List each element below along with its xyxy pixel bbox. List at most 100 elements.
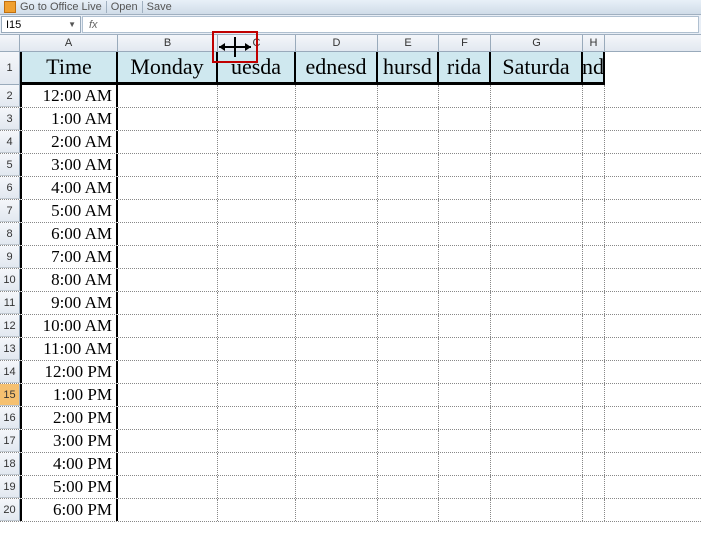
row-header[interactable]: 16 bbox=[0, 407, 20, 429]
row-header[interactable]: 6 bbox=[0, 177, 20, 199]
cell[interactable] bbox=[439, 407, 491, 429]
cell[interactable] bbox=[491, 476, 583, 498]
cell[interactable] bbox=[491, 108, 583, 130]
cell[interactable] bbox=[491, 223, 583, 245]
cell[interactable] bbox=[439, 177, 491, 199]
cell-time[interactable]: 11:00 AM bbox=[20, 338, 118, 360]
cell[interactable] bbox=[296, 269, 378, 291]
cell-time[interactable]: 9:00 AM bbox=[20, 292, 118, 314]
cell[interactable] bbox=[378, 223, 439, 245]
cell[interactable] bbox=[296, 246, 378, 268]
cell[interactable] bbox=[583, 453, 605, 475]
row-header[interactable]: 17 bbox=[0, 430, 20, 452]
cell-time[interactable]: 10:00 AM bbox=[20, 315, 118, 337]
name-box[interactable]: I15 ▼ bbox=[1, 16, 81, 33]
cell[interactable] bbox=[439, 223, 491, 245]
cell[interactable] bbox=[491, 154, 583, 176]
cell[interactable] bbox=[491, 315, 583, 337]
cell[interactable] bbox=[378, 131, 439, 153]
cell[interactable] bbox=[118, 108, 218, 130]
cell[interactable] bbox=[439, 154, 491, 176]
cell[interactable] bbox=[378, 499, 439, 521]
cell[interactable] bbox=[218, 131, 296, 153]
cell[interactable] bbox=[218, 384, 296, 406]
cell-time[interactable]: 5:00 PM bbox=[20, 476, 118, 498]
cell[interactable] bbox=[118, 384, 218, 406]
cell[interactable] bbox=[296, 453, 378, 475]
cell[interactable] bbox=[378, 292, 439, 314]
cell[interactable] bbox=[491, 453, 583, 475]
cell[interactable] bbox=[439, 453, 491, 475]
cell[interactable] bbox=[218, 338, 296, 360]
cell[interactable] bbox=[118, 269, 218, 291]
cell[interactable] bbox=[439, 269, 491, 291]
cell[interactable] bbox=[218, 453, 296, 475]
cell[interactable] bbox=[583, 177, 605, 199]
cell[interactable] bbox=[378, 246, 439, 268]
cell[interactable] bbox=[218, 292, 296, 314]
cell-time[interactable]: 7:00 AM bbox=[20, 246, 118, 268]
cell[interactable] bbox=[378, 200, 439, 222]
row-header[interactable]: 18 bbox=[0, 453, 20, 475]
cell[interactable] bbox=[378, 154, 439, 176]
cell[interactable] bbox=[118, 177, 218, 199]
column-header-E[interactable]: E bbox=[378, 35, 439, 51]
cell-time[interactable]: 12:00 PM bbox=[20, 361, 118, 383]
row-header[interactable]: 7 bbox=[0, 200, 20, 222]
cell[interactable] bbox=[218, 407, 296, 429]
cell[interactable] bbox=[583, 338, 605, 360]
cell-header-friday[interactable]: rida bbox=[439, 52, 491, 85]
cell[interactable] bbox=[118, 131, 218, 153]
cell[interactable] bbox=[583, 131, 605, 153]
cell[interactable] bbox=[378, 177, 439, 199]
cell[interactable] bbox=[118, 430, 218, 452]
cell[interactable] bbox=[583, 499, 605, 521]
cell[interactable] bbox=[218, 361, 296, 383]
cell[interactable] bbox=[296, 292, 378, 314]
cell[interactable] bbox=[439, 108, 491, 130]
cell[interactable] bbox=[439, 384, 491, 406]
cell-time[interactable]: 6:00 AM bbox=[20, 223, 118, 245]
cell[interactable] bbox=[378, 476, 439, 498]
row-header[interactable]: 14 bbox=[0, 361, 20, 383]
cell[interactable] bbox=[439, 200, 491, 222]
cell[interactable] bbox=[583, 384, 605, 406]
cell[interactable] bbox=[118, 453, 218, 475]
cell[interactable] bbox=[218, 177, 296, 199]
cell[interactable] bbox=[218, 200, 296, 222]
row-header[interactable]: 13 bbox=[0, 338, 20, 360]
cell-header-saturday[interactable]: Saturda bbox=[491, 52, 583, 85]
cell[interactable] bbox=[583, 315, 605, 337]
cell-time[interactable]: 1:00 AM bbox=[20, 108, 118, 130]
cell[interactable] bbox=[118, 338, 218, 360]
cell[interactable] bbox=[583, 246, 605, 268]
cell[interactable] bbox=[218, 499, 296, 521]
select-all-corner[interactable] bbox=[0, 35, 20, 51]
row-header[interactable]: 9 bbox=[0, 246, 20, 268]
cell[interactable] bbox=[378, 315, 439, 337]
cell[interactable] bbox=[491, 200, 583, 222]
cell[interactable] bbox=[296, 315, 378, 337]
row-header[interactable]: 8 bbox=[0, 223, 20, 245]
cell[interactable] bbox=[378, 384, 439, 406]
cell-time[interactable]: 1:00 PM bbox=[20, 384, 118, 406]
cell[interactable] bbox=[583, 85, 605, 107]
cell-time[interactable]: 8:00 AM bbox=[20, 269, 118, 291]
cell[interactable] bbox=[118, 499, 218, 521]
cell[interactable] bbox=[491, 499, 583, 521]
cell[interactable] bbox=[491, 338, 583, 360]
cell[interactable] bbox=[296, 177, 378, 199]
cell[interactable] bbox=[296, 154, 378, 176]
row-header[interactable]: 19 bbox=[0, 476, 20, 498]
cell-time[interactable]: 3:00 AM bbox=[20, 154, 118, 176]
cell-header-monday[interactable]: Monday bbox=[118, 52, 218, 85]
cell[interactable] bbox=[439, 338, 491, 360]
cell-time[interactable]: 6:00 PM bbox=[20, 499, 118, 521]
cell[interactable] bbox=[439, 430, 491, 452]
cell[interactable] bbox=[118, 223, 218, 245]
column-header-A[interactable]: A bbox=[20, 35, 118, 51]
cell[interactable] bbox=[218, 476, 296, 498]
cell[interactable] bbox=[439, 315, 491, 337]
cell[interactable] bbox=[118, 154, 218, 176]
cell[interactable] bbox=[439, 85, 491, 107]
